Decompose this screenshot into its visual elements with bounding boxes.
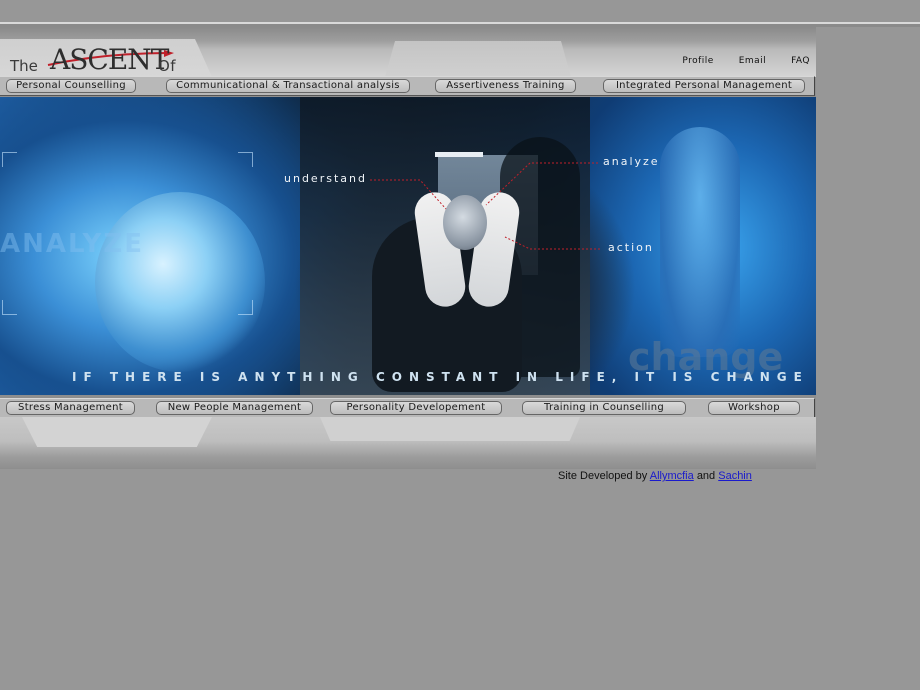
nav-stress-management[interactable]: Stress Management (6, 401, 135, 415)
bottom-nav-bar: Stress Management New People Management … (0, 398, 815, 418)
header-tab-shape-2 (385, 41, 571, 77)
analyze-label: analyze (603, 155, 660, 168)
faq-link[interactable]: FAQ (791, 56, 810, 66)
nav-personal-counselling[interactable]: Personal Counselling (6, 79, 136, 93)
profile-link[interactable]: Profile (682, 56, 713, 66)
nav-integrated-personal-management[interactable]: Integrated Personal Management (603, 79, 805, 93)
nav-personality-developement[interactable]: Personality Developement (330, 401, 502, 415)
annotation-lines (370, 162, 600, 250)
credit-prefix: Site Developed by (558, 470, 648, 482)
understand-label: understand (284, 172, 367, 185)
credit-author2-link[interactable]: Sachin (718, 470, 752, 482)
credit-author1-link[interactable]: Allymcfia (650, 470, 694, 482)
site-frame: The ASCENT Of Humankind Profile Email FA… (0, 27, 816, 469)
nav-workshop[interactable]: Workshop (708, 401, 800, 415)
action-label: action (608, 241, 654, 254)
top-nav-bar: Personal Counselling Communicational & T… (0, 76, 815, 96)
top-links: Profile Email FAQ (660, 56, 810, 66)
nav-training-in-counselling[interactable]: Training in Counselling (522, 401, 686, 415)
nav-new-people-management[interactable]: New People Management (156, 401, 313, 415)
email-link[interactable]: Email (739, 56, 766, 66)
logo-the-text: The (10, 57, 38, 75)
footer-tab-shape (22, 417, 212, 447)
nav-communicational-transactional-analysis[interactable]: Communicational & Transactional analysis (166, 79, 410, 93)
logo-ascent-text: ASCENT (50, 43, 169, 76)
site-credit: Site Developed by Allymcfia and Sachin (558, 470, 752, 482)
footer-band (0, 417, 816, 469)
nav-assertiveness-training[interactable]: Assertiveness Training (435, 79, 576, 93)
credit-joiner: and (696, 470, 716, 482)
hero-banner: ANALYZE change understand analyze action… (0, 97, 816, 395)
footer-tab-shape-2 (320, 417, 580, 441)
banner-tagline: IF THERE IS ANYTHING CONSTANT IN LIFE, I… (72, 370, 809, 384)
header-band: The ASCENT Of Humankind Profile Email FA… (0, 27, 816, 93)
